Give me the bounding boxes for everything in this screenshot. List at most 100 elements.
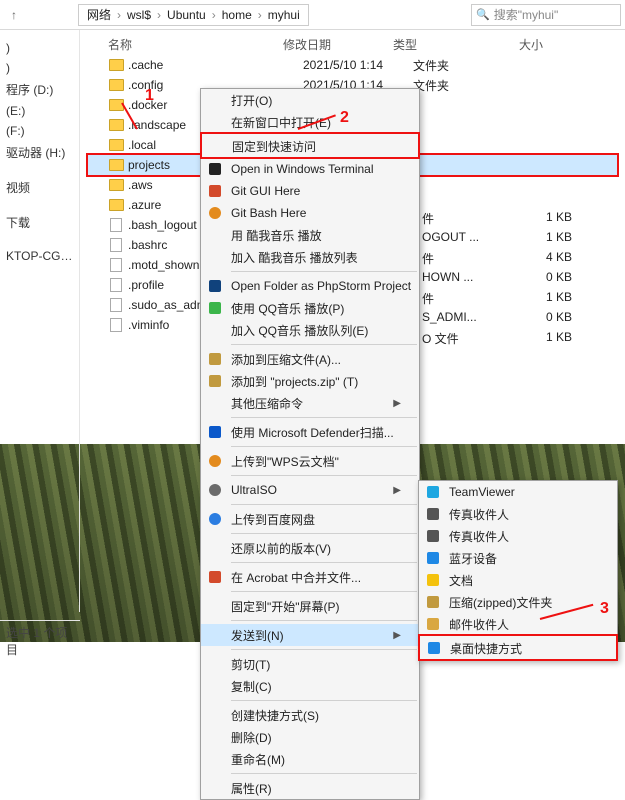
menu-item[interactable]: 固定到快速访问 [202,135,418,157]
menu-item[interactable]: 传真收件人 [419,525,617,547]
menu-item[interactable]: 使用 QQ音乐 播放(P) [201,297,419,319]
menu-item[interactable]: 压缩(zipped)文件夹 [419,591,617,613]
nav-tree-item[interactable]: (F:) [4,121,75,141]
menu-item[interactable]: 添加到压缩文件(A)... [201,348,419,370]
breadcrumb-segment[interactable]: wsl$ [123,8,155,22]
search-box[interactable]: 🔍 搜索"myhui" [471,4,621,26]
menu-item-icon [207,205,223,221]
nav-tree-item[interactable]: ) [4,58,75,78]
menu-item-label: 加入 酷我音乐 播放列表 [231,249,358,266]
col-date[interactable]: 修改日期 [283,36,393,53]
menu-item-icon [207,183,223,199]
menu-item[interactable]: 复制(C) [201,675,419,697]
col-name[interactable]: 名称 [108,36,283,53]
nav-tree-item[interactable]: ) [4,38,75,58]
menu-item[interactable]: 在新窗口中打开(E) [201,111,419,133]
send-to-submenu[interactable]: TeamViewer传真收件人传真收件人蓝牙设备文档压缩(zipped)文件夹邮… [418,480,618,661]
breadcrumb-segment[interactable]: myhui [264,8,304,22]
file-meta-row: OGOUT ...1 KB [422,230,602,250]
file-type: 件 [422,250,512,270]
menu-item[interactable]: Git GUI Here [201,180,419,202]
menu-item[interactable]: 重命名(M) [201,748,419,770]
menu-item-icon [425,616,441,632]
menu-item[interactable]: 其他压缩命令▶ [201,392,419,414]
menu-item-label: Git GUI Here [231,184,300,198]
menu-item[interactable]: 邮件收件人 [419,613,617,635]
menu-item[interactable]: Git Bash Here [201,202,419,224]
menu-separator [231,446,417,447]
menu-item[interactable]: Open in Windows Terminal [201,158,419,180]
menu-item[interactable]: 加入 QQ音乐 播放队列(E) [201,319,419,341]
menu-item[interactable]: 固定到"开始"屏幕(P) [201,595,419,617]
menu-item[interactable]: 加入 酷我音乐 播放列表 [201,246,419,268]
nav-tree-item[interactable]: (E:) [4,101,75,121]
menu-item-label: 在 Acrobat 中合并文件... [231,569,361,586]
nav-tree-item[interactable]: 驱动器 (H:) [4,141,75,164]
menu-item[interactable]: 打开(O) [201,89,419,111]
menu-item[interactable]: 使用 Microsoft Defender扫描... [201,421,419,443]
file-type: S_ADMI... [422,310,512,330]
menu-item[interactable]: 上传到"WPS云文档" [201,450,419,472]
menu-item-icon [207,424,223,440]
menu-separator [231,344,417,345]
menu-item-label: 其他压缩命令 [231,395,303,412]
file-meta-row: 件1 KB [422,290,602,310]
menu-item[interactable]: TeamViewer [419,481,617,503]
menu-item[interactable]: 还原以前的版本(V) [201,537,419,559]
file-size: 0 KB [512,310,572,330]
menu-item[interactable]: 蓝牙设备 [419,547,617,569]
search-icon: 🔍 [476,8,490,21]
nav-tree-item[interactable]: KTOP-CGBTNBE [4,246,75,266]
menu-separator [231,649,417,650]
menu-item-icon [425,506,441,522]
breadcrumb-segment[interactable]: home [218,8,256,22]
nav-tree[interactable]: ))程序 (D:)(E:)(F:)驱动器 (H:)视频下载KTOP-CGBTNB… [0,30,80,612]
menu-item[interactable]: 删除(D) [201,726,419,748]
menu-item-icon [207,453,223,469]
menu-item-label: 用 酷我音乐 播放 [231,227,322,244]
menu-item[interactable]: 在 Acrobat 中合并文件... [201,566,419,588]
nav-up-button[interactable]: ↑ [4,5,24,25]
menu-item[interactable]: 发送到(N)▶ [201,624,419,646]
menu-item[interactable]: 用 酷我音乐 播放 [201,224,419,246]
menu-item-label: 复制(C) [231,678,272,695]
col-type[interactable]: 类型 [393,36,483,53]
menu-item[interactable]: 属性(R) [201,777,419,799]
menu-item[interactable]: 文档 [419,569,617,591]
col-size[interactable]: 大小 [483,36,543,53]
search-placeholder: 搜索"myhui" [494,6,559,23]
menu-item-label: 使用 Microsoft Defender扫描... [231,424,394,441]
menu-item-label: 添加到压缩文件(A)... [231,351,341,368]
file-row[interactable]: .cache2021/5/10 1:14文件夹 [88,55,617,75]
menu-item[interactable]: 桌面快捷方式 [420,637,616,659]
menu-item-label: 打开(O) [231,92,272,109]
column-headers[interactable]: 名称 修改日期 类型 大小 [80,30,625,55]
file-type: O 文件 [422,330,512,350]
nav-tree-item[interactable]: 下载 [4,211,75,234]
context-menu[interactable]: 打开(O) 在新窗口中打开(E)固定到快速访问Open in Windows Te… [200,88,420,800]
menu-item[interactable]: 传真收件人 [419,503,617,525]
menu-item-label: 发送到(N) [231,627,284,644]
menu-item[interactable]: UltraISO▶ [201,479,419,501]
menu-separator [231,475,417,476]
menu-item[interactable]: Open Folder as PhpStorm Project [201,275,419,297]
file-meta-row: 件4 KB [422,250,602,270]
menu-item-label: 属性(R) [231,780,272,797]
annotation-highlight-box: 桌面快捷方式 [418,634,618,661]
file-icon [108,218,124,232]
menu-item[interactable]: 上传到百度网盘 [201,508,419,530]
breadcrumb-segment[interactable]: Ubuntu [163,8,210,22]
menu-item-label: 邮件收件人 [449,616,509,633]
menu-item[interactable]: 剪切(T) [201,653,419,675]
breadcrumb-segment[interactable]: 网络 [83,6,115,23]
menu-item-label: 加入 QQ音乐 播放队列(E) [231,322,368,339]
file-icon [108,238,124,252]
menu-item-label: 还原以前的版本(V) [231,540,331,557]
menu-item[interactable]: 创建快捷方式(S) [201,704,419,726]
breadcrumb[interactable]: 网络›wsl$›Ubuntu›home›myhui [78,4,309,26]
breadcrumb-sep: › [210,8,218,22]
file-size: 0 KB [512,270,572,290]
menu-item[interactable]: 添加到 "projects.zip" (T) [201,370,419,392]
nav-tree-item[interactable]: 程序 (D:) [4,78,75,101]
nav-tree-item[interactable]: 视频 [4,176,75,199]
